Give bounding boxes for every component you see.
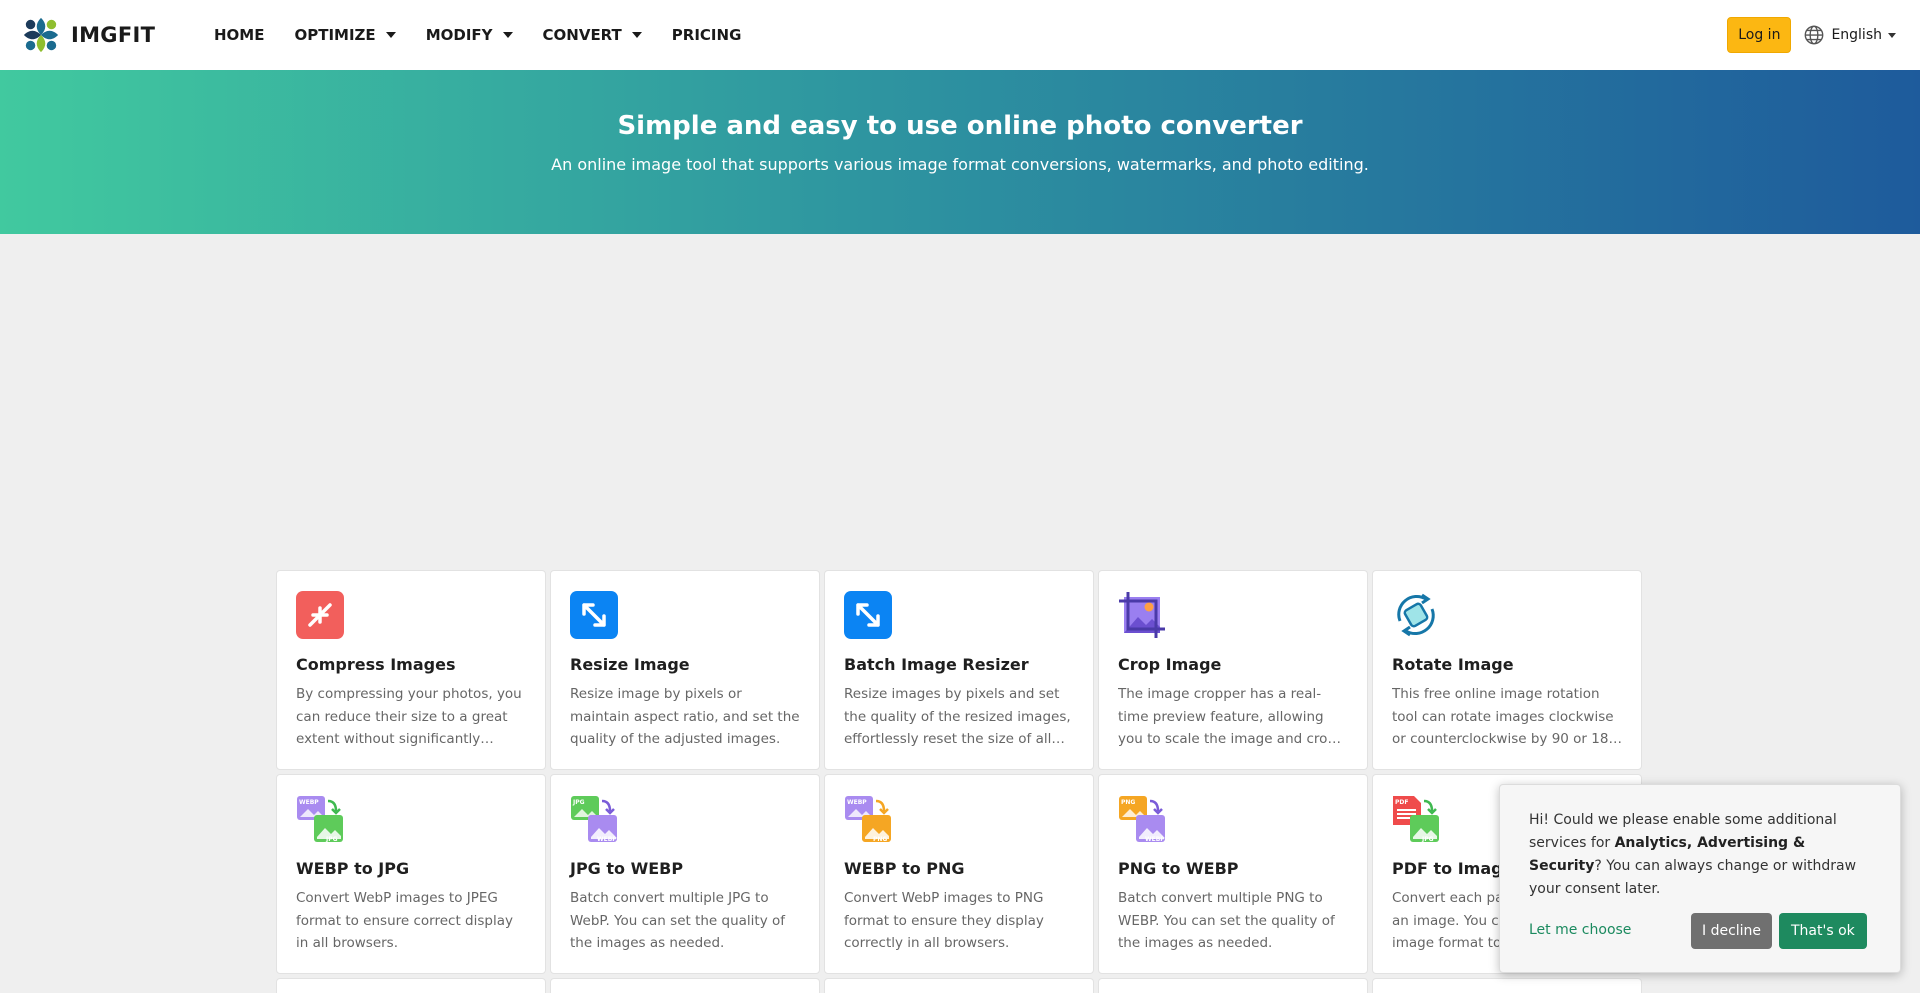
nav-actions: Log in English: [1727, 17, 1896, 53]
tool-title: Rotate Image: [1392, 655, 1514, 674]
tool-card-resize-image[interactable]: Resize Image Resize image by pixels or m…: [550, 570, 820, 770]
format-badge-from: WEBP: [847, 799, 867, 806]
tool-description: Resize images by pixels and set the qual…: [844, 686, 1071, 747]
rotate-icon: [1397, 593, 1435, 637]
nav-modify[interactable]: MODIFY: [426, 26, 513, 44]
resize-icon: [570, 591, 618, 639]
tool-title: PNG to WEBP: [1118, 859, 1239, 878]
chevron-down-icon: [1888, 32, 1896, 38]
tool-description: Convert WebP images to JPEG format to en…: [296, 890, 513, 951]
tool-card-webp-to-jpg[interactable]: WEBP JPG WEBP to JPG Convert WebP images…: [276, 774, 546, 974]
top-navbar: IMGFIT HOME OPTIMIZE MODIFY CONVERT PRIC…: [0, 0, 1920, 70]
tool-grid: Compress Images By compressing your phot…: [276, 570, 1644, 993]
tool-description: Convert WebP images to PNG format to ens…: [844, 890, 1044, 951]
format-badge-from: WEBP: [299, 799, 319, 806]
tool-title: JPG to WEBP: [570, 859, 684, 878]
let-me-choose-link[interactable]: Let me choose: [1529, 922, 1631, 938]
tool-card[interactable]: [1098, 978, 1368, 993]
crop-icon: [1119, 592, 1165, 638]
format-badge-from: PNG: [1121, 799, 1135, 806]
decline-button[interactable]: I decline: [1691, 913, 1773, 949]
format-badge-to: WEBP: [597, 836, 617, 843]
tool-card-webp-to-png[interactable]: WEBP PNG WEBP to PNG Convert WebP images…: [824, 774, 1094, 974]
webp-to-jpg-icon: WEBP JPG: [297, 796, 343, 843]
login-button[interactable]: Log in: [1727, 17, 1792, 53]
hero-banner: Simple and easy to use online photo conv…: [0, 70, 1920, 234]
tool-card[interactable]: [276, 978, 546, 993]
tool-title: Resize Image: [570, 655, 690, 674]
tool-card-rotate-image[interactable]: Rotate Image This free online image rota…: [1372, 570, 1642, 770]
accept-button[interactable]: That's ok: [1779, 913, 1867, 949]
brand-name: IMGFIT: [71, 23, 156, 47]
tool-title: Crop Image: [1118, 655, 1222, 674]
nav-optimize[interactable]: OPTIMIZE: [294, 26, 396, 44]
tool-title: Batch Image Resizer: [844, 655, 1029, 674]
webp-to-png-icon: WEBP PNG: [845, 796, 891, 843]
tool-description: By compressing your photos, you can redu…: [296, 686, 522, 747]
cookie-message: Hi! Could we please enable some addition…: [1529, 809, 1872, 901]
format-badge-to: WEBP: [1145, 836, 1165, 843]
nav-modify-label: MODIFY: [425, 26, 493, 44]
format-badge-to: JPG: [325, 836, 338, 843]
brand-logo[interactable]: IMGFIT: [22, 16, 190, 54]
png-to-webp-icon: PNG WEBP: [1119, 796, 1165, 843]
nav-convert[interactable]: CONVERT: [543, 26, 642, 44]
nav-convert-label: CONVERT: [542, 26, 622, 44]
format-badge-from: PDF: [1395, 799, 1408, 806]
tool-card-batch-image-resizer[interactable]: Batch Image Resizer Resize images by pix…: [824, 570, 1094, 770]
nav-home-label: HOME: [214, 26, 265, 44]
nav-optimize-label: OPTIMIZE: [294, 26, 376, 44]
nav-pricing-label: PRICING: [671, 26, 742, 44]
jpg-to-webp-icon: JPG WEBP: [571, 796, 617, 843]
tool-title: WEBP to PNG: [844, 859, 965, 878]
chevron-down-icon: [385, 32, 396, 38]
tool-description: Resize image by pixels or maintain aspec…: [570, 686, 800, 747]
hero-subtitle: An online image tool that supports vario…: [551, 155, 1369, 174]
tool-card[interactable]: [1372, 978, 1642, 993]
tool-description: The image cropper has a real-time previe…: [1118, 686, 1336, 747]
globe-icon: [1805, 25, 1824, 45]
format-badge-to: JPG: [1421, 836, 1434, 843]
cookie-actions: Let me choose I decline That's ok: [1529, 913, 1875, 949]
tool-card[interactable]: [824, 978, 1094, 993]
language-selector[interactable]: English: [1803, 24, 1896, 46]
chevron-down-icon: [631, 32, 642, 38]
hero-title: Simple and easy to use online photo conv…: [617, 111, 1303, 141]
main-menu: HOME OPTIMIZE MODIFY CONVERT PRICING: [214, 26, 771, 44]
language-label: English: [1831, 27, 1882, 43]
pdf-to-image-icon: PDF JPG: [1393, 796, 1439, 843]
tool-title: Compress Images: [296, 655, 456, 674]
format-badge-from: JPG: [572, 799, 585, 806]
compress-icon: [296, 591, 344, 639]
tool-description: Batch convert multiple JPG to WebP. You …: [570, 890, 786, 951]
tool-card-crop-image[interactable]: Crop Image The image cropper has a real-…: [1098, 570, 1368, 770]
tool-title: WEBP to JPG: [296, 859, 410, 878]
tool-card-compress-images[interactable]: Compress Images By compressing your phot…: [276, 570, 546, 770]
nav-pricing[interactable]: PRICING: [672, 26, 742, 44]
tool-card-jpg-to-webp[interactable]: JPG WEBP JPG to WEBP Batch convert multi…: [550, 774, 820, 974]
chevron-down-icon: [502, 32, 513, 38]
nav-home[interactable]: HOME: [214, 26, 264, 44]
cookie-consent-dialog: Hi! Could we please enable some addition…: [1499, 784, 1901, 973]
tool-description: Batch convert multiple PNG to WEBP. You …: [1118, 890, 1335, 951]
format-badge-to: PNG: [873, 836, 887, 843]
imgfit-logo-icon: [23, 17, 59, 53]
tool-card[interactable]: [550, 978, 820, 993]
tool-card-png-to-webp[interactable]: PNG WEBP PNG to WEBP Batch convert multi…: [1098, 774, 1368, 974]
tool-description: This free online image rotation tool can…: [1392, 686, 1618, 747]
batch-resize-icon: [844, 591, 892, 639]
